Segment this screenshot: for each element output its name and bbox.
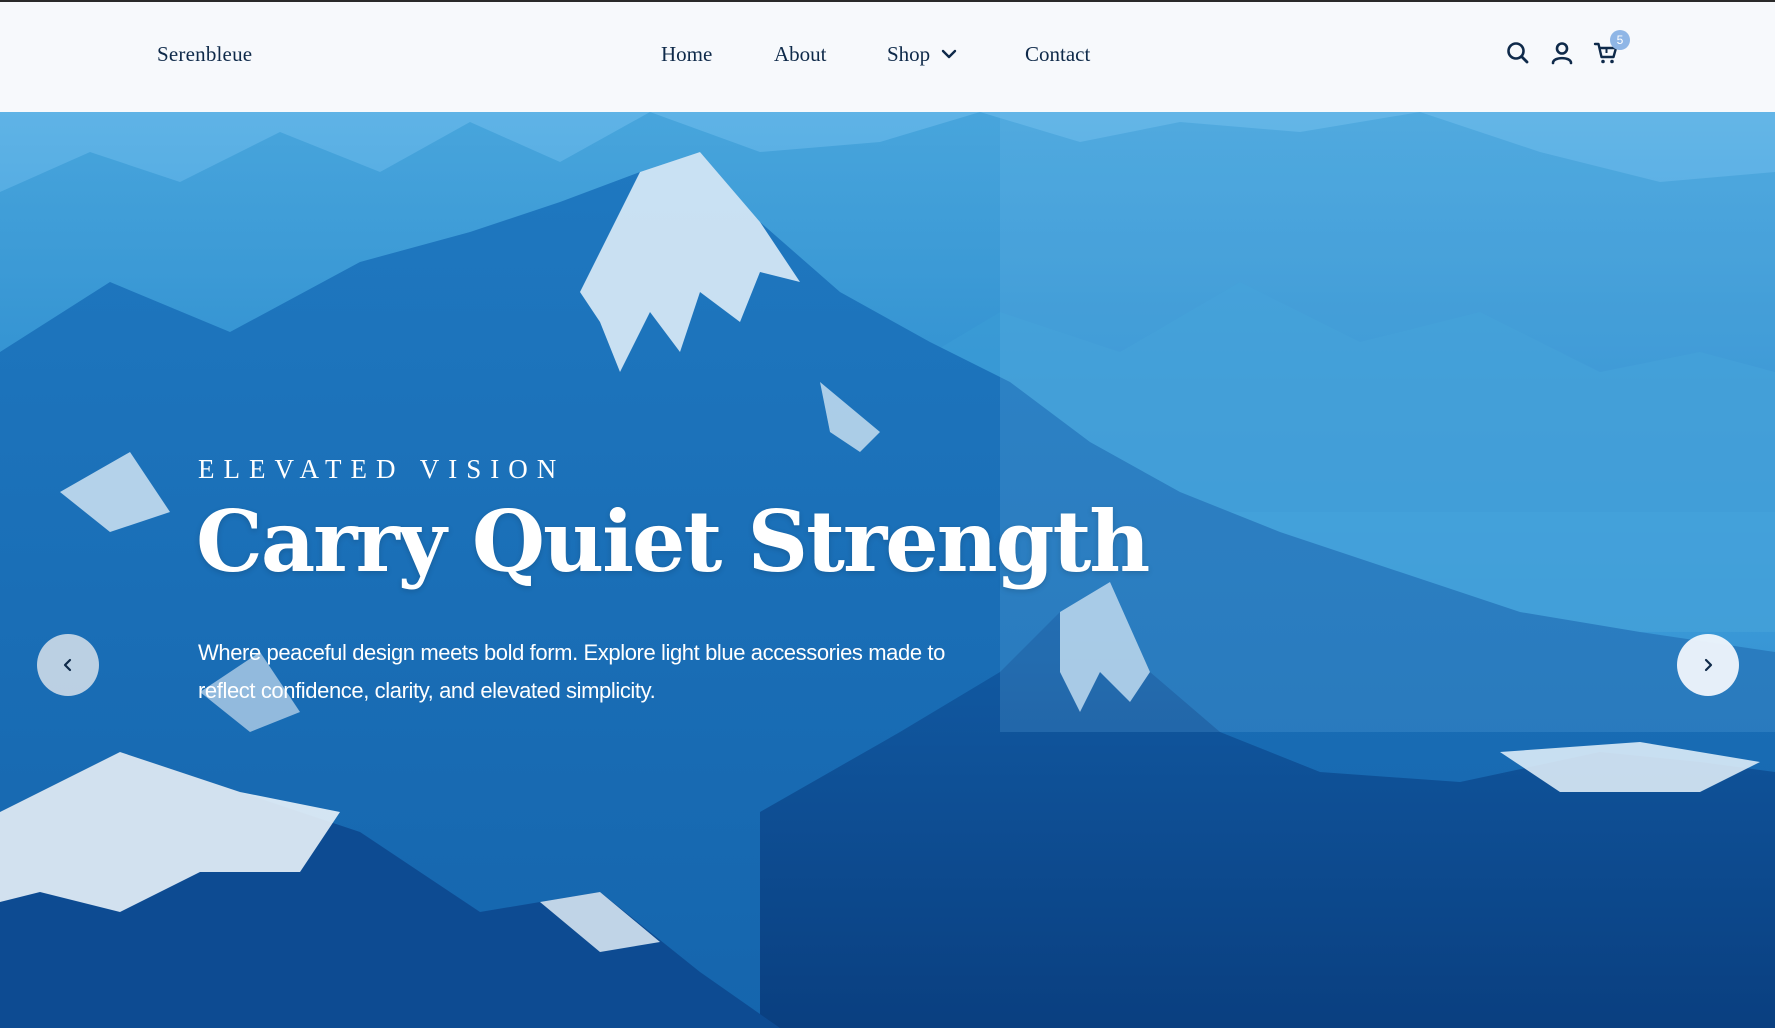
nav-home[interactable]: Home bbox=[661, 42, 712, 67]
hero-headline: Carry Quiet Strength bbox=[196, 492, 1150, 591]
hero-eyebrow: ELEVATED VISION bbox=[198, 454, 566, 484]
user-icon[interactable] bbox=[1549, 40, 1575, 66]
nav-contact[interactable]: Contact bbox=[1025, 42, 1090, 67]
carousel-prev-button[interactable] bbox=[37, 634, 99, 696]
hero-description: Where peaceful design meets bold form. E… bbox=[198, 640, 945, 703]
site-header: Serenbleue Home About Shop Contact 5 bbox=[0, 2, 1775, 112]
brand-logo[interactable]: Serenbleue bbox=[157, 42, 252, 67]
chevron-right-icon bbox=[1704, 658, 1713, 672]
nav-shop[interactable]: Shop bbox=[887, 42, 958, 67]
carousel-next-button[interactable] bbox=[1677, 634, 1739, 696]
nav-shop-label: Shop bbox=[887, 42, 931, 66]
chevron-down-icon bbox=[941, 49, 957, 59]
cart-count-badge: 5 bbox=[1610, 30, 1630, 50]
search-icon[interactable] bbox=[1505, 40, 1531, 66]
page: Serenbleue Home About Shop Contact 5 ELE… bbox=[0, 0, 1775, 1028]
nav-about[interactable]: About bbox=[774, 42, 827, 67]
hero-banner: ELEVATED VISION Carry Quiet Strength Whe… bbox=[0, 112, 1775, 1028]
chevron-left-icon bbox=[63, 658, 72, 672]
